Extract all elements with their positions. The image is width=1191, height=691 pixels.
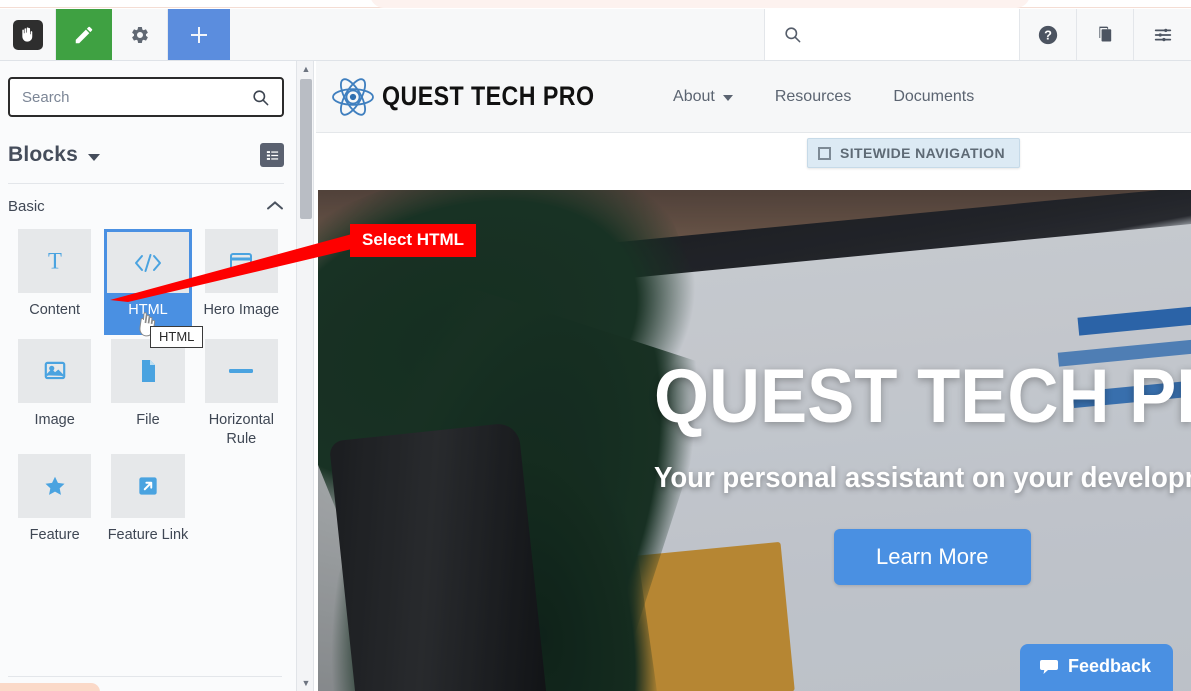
svg-text:T: T bbox=[48, 249, 62, 274]
hand-tool-button[interactable] bbox=[0, 9, 56, 60]
block-tooltip: HTML bbox=[150, 326, 204, 348]
global-search[interactable] bbox=[765, 9, 1020, 60]
pencil-icon bbox=[75, 26, 92, 43]
arrow-box-icon bbox=[139, 477, 157, 495]
global-search-input[interactable] bbox=[812, 26, 1001, 43]
block-item-horizontal-rule[interactable]: Horizontal Rule bbox=[195, 338, 288, 450]
search-icon bbox=[785, 27, 801, 43]
panel-footer-divider bbox=[8, 676, 282, 677]
feedback-button[interactable]: Feedback bbox=[1019, 644, 1173, 691]
block-thumb: T bbox=[18, 229, 92, 293]
panel-scrollbar[interactable]: ▲ ▼ bbox=[296, 61, 314, 691]
block-label: Content bbox=[29, 302, 81, 318]
block-item-hero-image[interactable]: Hero Image bbox=[195, 229, 288, 335]
block-item-content[interactable]: T Content bbox=[8, 229, 101, 335]
block-search-box[interactable] bbox=[8, 77, 284, 117]
site-logo-text: QUEST TECH PRO bbox=[382, 81, 595, 111]
nav-item-documents[interactable]: Documents bbox=[893, 88, 974, 106]
block-label: Feature bbox=[29, 526, 80, 543]
preferences-icon bbox=[1154, 28, 1171, 41]
block-item-feature[interactable]: Feature bbox=[8, 453, 101, 546]
help-icon: ? bbox=[1038, 25, 1058, 44]
pages-button[interactable] bbox=[1077, 9, 1134, 60]
annotation-label: Select HTML bbox=[350, 224, 477, 257]
hero-region: QUEST TECH PRO Your personal assistant o… bbox=[318, 190, 1191, 691]
minus-icon bbox=[229, 368, 254, 373]
scroll-down-arrow-icon[interactable]: ▼ bbox=[297, 675, 315, 691]
site-nav: About Resources Documents bbox=[673, 88, 974, 106]
panel-search-wrap bbox=[0, 61, 296, 117]
block-thumb bbox=[204, 229, 278, 293]
editor-toolbar-left bbox=[0, 9, 318, 61]
blocks-grid: T Content HTML Hero Image Image File Hor… bbox=[0, 215, 296, 545]
blocks-panel: Blocks Basic bbox=[0, 61, 296, 691]
top-pink-tab bbox=[370, 0, 1030, 8]
sitewide-navigation-label: SITEWIDE NAVIGATION bbox=[840, 145, 1005, 161]
plus-icon bbox=[190, 26, 207, 43]
help-button[interactable]: ? bbox=[1020, 9, 1077, 60]
nav-item-resources[interactable]: Resources bbox=[775, 88, 851, 106]
toolbar-spacer bbox=[318, 9, 765, 60]
edit-tool-button[interactable] bbox=[56, 9, 112, 60]
block-thumb bbox=[204, 338, 278, 403]
page-preview-canvas: QUEST TECH PRO About Resources Documents bbox=[316, 61, 1191, 691]
nav-label: About bbox=[673, 87, 715, 105]
speech-bubble-icon bbox=[1039, 659, 1058, 674]
block-label: Hero Image bbox=[203, 302, 280, 318]
text-T-icon: T bbox=[48, 249, 62, 274]
chevron-down-icon bbox=[722, 95, 733, 101]
pages-icon bbox=[1098, 26, 1111, 42]
scrollbar-thumb[interactable] bbox=[300, 79, 312, 219]
blocks-header: Blocks bbox=[0, 117, 296, 167]
atom-logo-icon bbox=[332, 77, 374, 116]
feedback-label: Feedback bbox=[1067, 656, 1151, 676]
checkbox-icon[interactable] bbox=[818, 146, 832, 160]
hero-subtitle: Your personal assistant on your developm… bbox=[654, 462, 1191, 495]
block-label: File bbox=[136, 411, 160, 428]
panel-title: Blocks bbox=[8, 143, 79, 166]
editor-toolbar-right: ? bbox=[318, 9, 1191, 61]
category-label: Basic bbox=[8, 198, 45, 215]
window-icon bbox=[230, 253, 253, 270]
chevron-up-icon[interactable] bbox=[266, 199, 284, 215]
hand-icon bbox=[12, 19, 43, 50]
list-view-icon bbox=[266, 150, 278, 160]
app-root: ? Search Blocks Basic T Content HTML Her… bbox=[0, 0, 1191, 691]
preferences-button[interactable] bbox=[1134, 9, 1191, 60]
block-thumb bbox=[104, 229, 192, 293]
settings-tool-button[interactable] bbox=[112, 9, 168, 60]
bottom-left-pink-tab bbox=[0, 683, 100, 691]
block-label: Image bbox=[34, 411, 75, 428]
block-item-file[interactable]: File bbox=[101, 338, 194, 450]
gear-icon bbox=[131, 26, 148, 43]
hero-content: QUEST TECH PRO Your personal assistant o… bbox=[318, 354, 1191, 586]
svg-text:?: ? bbox=[1044, 27, 1052, 42]
block-item-image[interactable]: Image bbox=[8, 338, 101, 450]
site-header: QUEST TECH PRO About Resources Documents bbox=[316, 61, 1191, 133]
list-view-toggle[interactable] bbox=[260, 143, 284, 167]
block-item-feature-link[interactable]: Feature Link bbox=[101, 453, 194, 546]
hero-title: QUEST TECH PRO bbox=[654, 354, 1191, 439]
star-icon bbox=[45, 476, 65, 495]
category-basic[interactable]: Basic bbox=[0, 184, 296, 215]
document-icon bbox=[141, 359, 155, 382]
block-thumb bbox=[111, 453, 185, 518]
scroll-up-arrow-icon[interactable]: ▲ bbox=[297, 61, 315, 77]
block-search-input[interactable] bbox=[22, 88, 251, 106]
sitewide-navigation-badge[interactable]: SITEWIDE NAVIGATION bbox=[807, 138, 1020, 168]
block-label: Horizontal Rule bbox=[208, 411, 274, 448]
block-thumb bbox=[111, 338, 185, 403]
block-thumb bbox=[18, 453, 92, 518]
search-icon bbox=[253, 89, 269, 105]
hero-cta-button[interactable]: Learn More bbox=[834, 529, 1031, 586]
nav-item-about[interactable]: About bbox=[673, 88, 733, 106]
picture-icon bbox=[44, 361, 65, 379]
block-label: Feature Link bbox=[107, 526, 189, 543]
block-thumb bbox=[18, 338, 92, 403]
code-brackets-icon bbox=[134, 253, 161, 272]
add-tool-button[interactable] bbox=[168, 9, 230, 60]
chevron-down-icon[interactable] bbox=[88, 154, 101, 161]
